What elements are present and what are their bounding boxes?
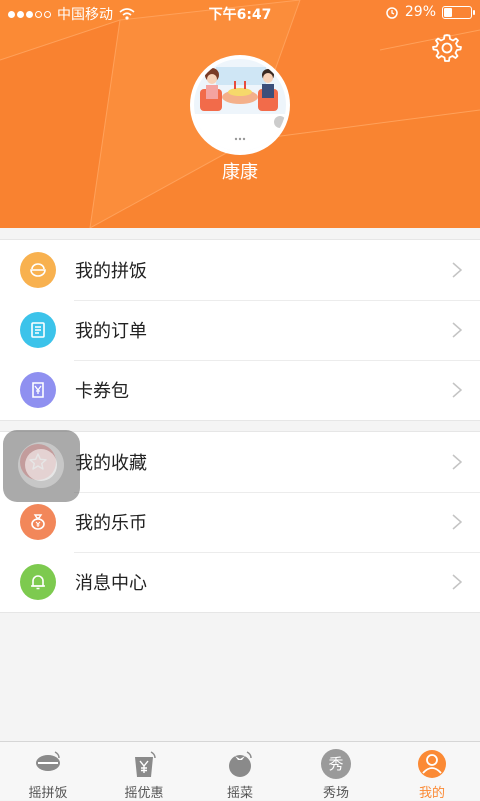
chevron-right-icon — [452, 514, 462, 530]
profile-header: 中国移动 下午6:47 29% 康康 — [0, 0, 480, 228]
chevron-right-icon — [452, 382, 462, 398]
menu-item-label: 我的订单 — [75, 321, 147, 342]
chevron-right-icon — [452, 454, 462, 470]
status-bar: 中国移动 下午6:47 29% — [0, 0, 480, 26]
battery-percent: 29% — [404, 4, 436, 20]
battery-icon — [442, 5, 475, 19]
tab-label: 摇拼饭 — [28, 786, 68, 801]
tab-yao-youhui[interactable]: 摇优惠 — [96, 742, 192, 801]
tab-xiuchang[interactable]: 秀 秀场 — [288, 742, 384, 801]
battery-level — [444, 7, 452, 17]
tab-label: 秀场 — [322, 786, 349, 801]
tab-label: 摇菜 — [226, 786, 253, 801]
settings-gear-icon[interactable] — [432, 32, 462, 62]
order-icon — [20, 312, 56, 348]
alarm-icon — [386, 7, 398, 19]
tab-yao-cai[interactable]: 摇菜 — [192, 742, 288, 801]
chevron-right-icon — [452, 322, 462, 338]
bowl-icon — [20, 252, 56, 288]
tab-label: 我的 — [418, 786, 445, 801]
chevron-right-icon — [452, 262, 462, 278]
menu-item-label: 卡券包 — [75, 381, 129, 402]
tab-yao-pinfan[interactable]: 摇拼饭 — [0, 742, 96, 801]
bottom-tab-bar: 摇拼饭 摇优惠 摇菜 秀 秀场 我的 — [0, 741, 480, 801]
coupon-icon — [20, 372, 56, 408]
menu-item-label: 我的乐币 — [75, 513, 147, 534]
menu-item-coupons[interactable]: 卡券包 — [0, 360, 480, 420]
menu-item-label: 我的拼饭 — [75, 261, 147, 282]
menu-item-label: 消息中心 — [75, 573, 147, 594]
menu-item-messages[interactable]: 消息中心 — [0, 552, 480, 612]
menu-item-label: 我的收藏 — [75, 453, 147, 474]
yen-tab-icon — [135, 751, 156, 777]
avatar[interactable] — [190, 55, 290, 155]
menu-item-my-orders[interactable]: 我的订单 — [0, 300, 480, 360]
profile-tab-icon — [418, 750, 446, 778]
avatar-illustration — [194, 59, 286, 151]
assistive-touch-center — [25, 449, 57, 481]
tab-mine[interactable]: 我的 — [384, 742, 480, 801]
tomato-tab-icon — [229, 751, 252, 777]
chevron-right-icon — [452, 574, 462, 590]
menu-item-my-pinfan[interactable]: 我的拼饭 — [0, 240, 480, 300]
tab-label: 摇优惠 — [124, 786, 164, 801]
money-bag-icon — [20, 504, 56, 540]
show-tab-icon: 秀 — [321, 749, 351, 779]
menu-item-coins[interactable]: 我的乐币 — [0, 492, 480, 552]
menu-group-1: 我的拼饭 我的订单 卡券包 — [0, 239, 480, 421]
bell-icon — [20, 564, 56, 600]
assistive-touch-button[interactable] — [3, 430, 80, 502]
username: 康康 — [222, 162, 258, 183]
bowl-tab-icon — [36, 751, 60, 771]
